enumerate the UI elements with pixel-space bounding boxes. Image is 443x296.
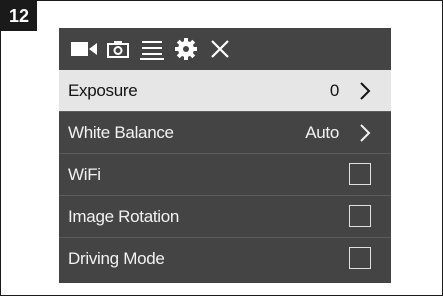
menu-item-label: WiFi (68, 164, 101, 184)
menu-icon[interactable] (139, 28, 165, 70)
menu-item-value: Auto (305, 122, 339, 142)
image-rotation-checkbox[interactable] (349, 205, 371, 227)
menu-item-driving-mode[interactable]: Driving Mode (59, 238, 391, 279)
menu-item-exposure[interactable]: Exposure 0 (59, 70, 391, 112)
device-screen: Exposure 0 White Balance Auto WiFi Image… (59, 28, 391, 283)
toolbar (59, 28, 391, 70)
menu-item-label: Exposure (68, 80, 138, 100)
menu-item-white-balance[interactable]: White Balance Auto (59, 112, 391, 154)
menu-item-wifi[interactable]: WiFi (59, 154, 391, 196)
wifi-checkbox[interactable] (349, 163, 371, 185)
menu-item-image-rotation[interactable]: Image Rotation (59, 196, 391, 238)
step-number: 12 (8, 5, 30, 26)
gear-icon[interactable] (173, 28, 199, 70)
close-icon[interactable] (207, 28, 233, 70)
driving-mode-checkbox[interactable] (349, 247, 371, 269)
menu-item-label: Image Rotation (68, 206, 180, 226)
instruction-frame: 12 Exposure 0 White Balance Auto WiFi Im… (0, 0, 443, 296)
settings-menu: Exposure 0 White Balance Auto WiFi Image… (59, 70, 391, 279)
photo-camera-icon[interactable] (105, 28, 131, 70)
menu-item-label: Driving Mode (68, 248, 165, 268)
step-number-badge: 12 (1, 1, 37, 31)
video-camera-icon[interactable] (69, 28, 99, 70)
menu-item-value: 0 (329, 80, 339, 100)
chevron-right-icon (359, 70, 371, 111)
menu-item-label: White Balance (68, 122, 174, 142)
chevron-right-icon (359, 112, 371, 153)
